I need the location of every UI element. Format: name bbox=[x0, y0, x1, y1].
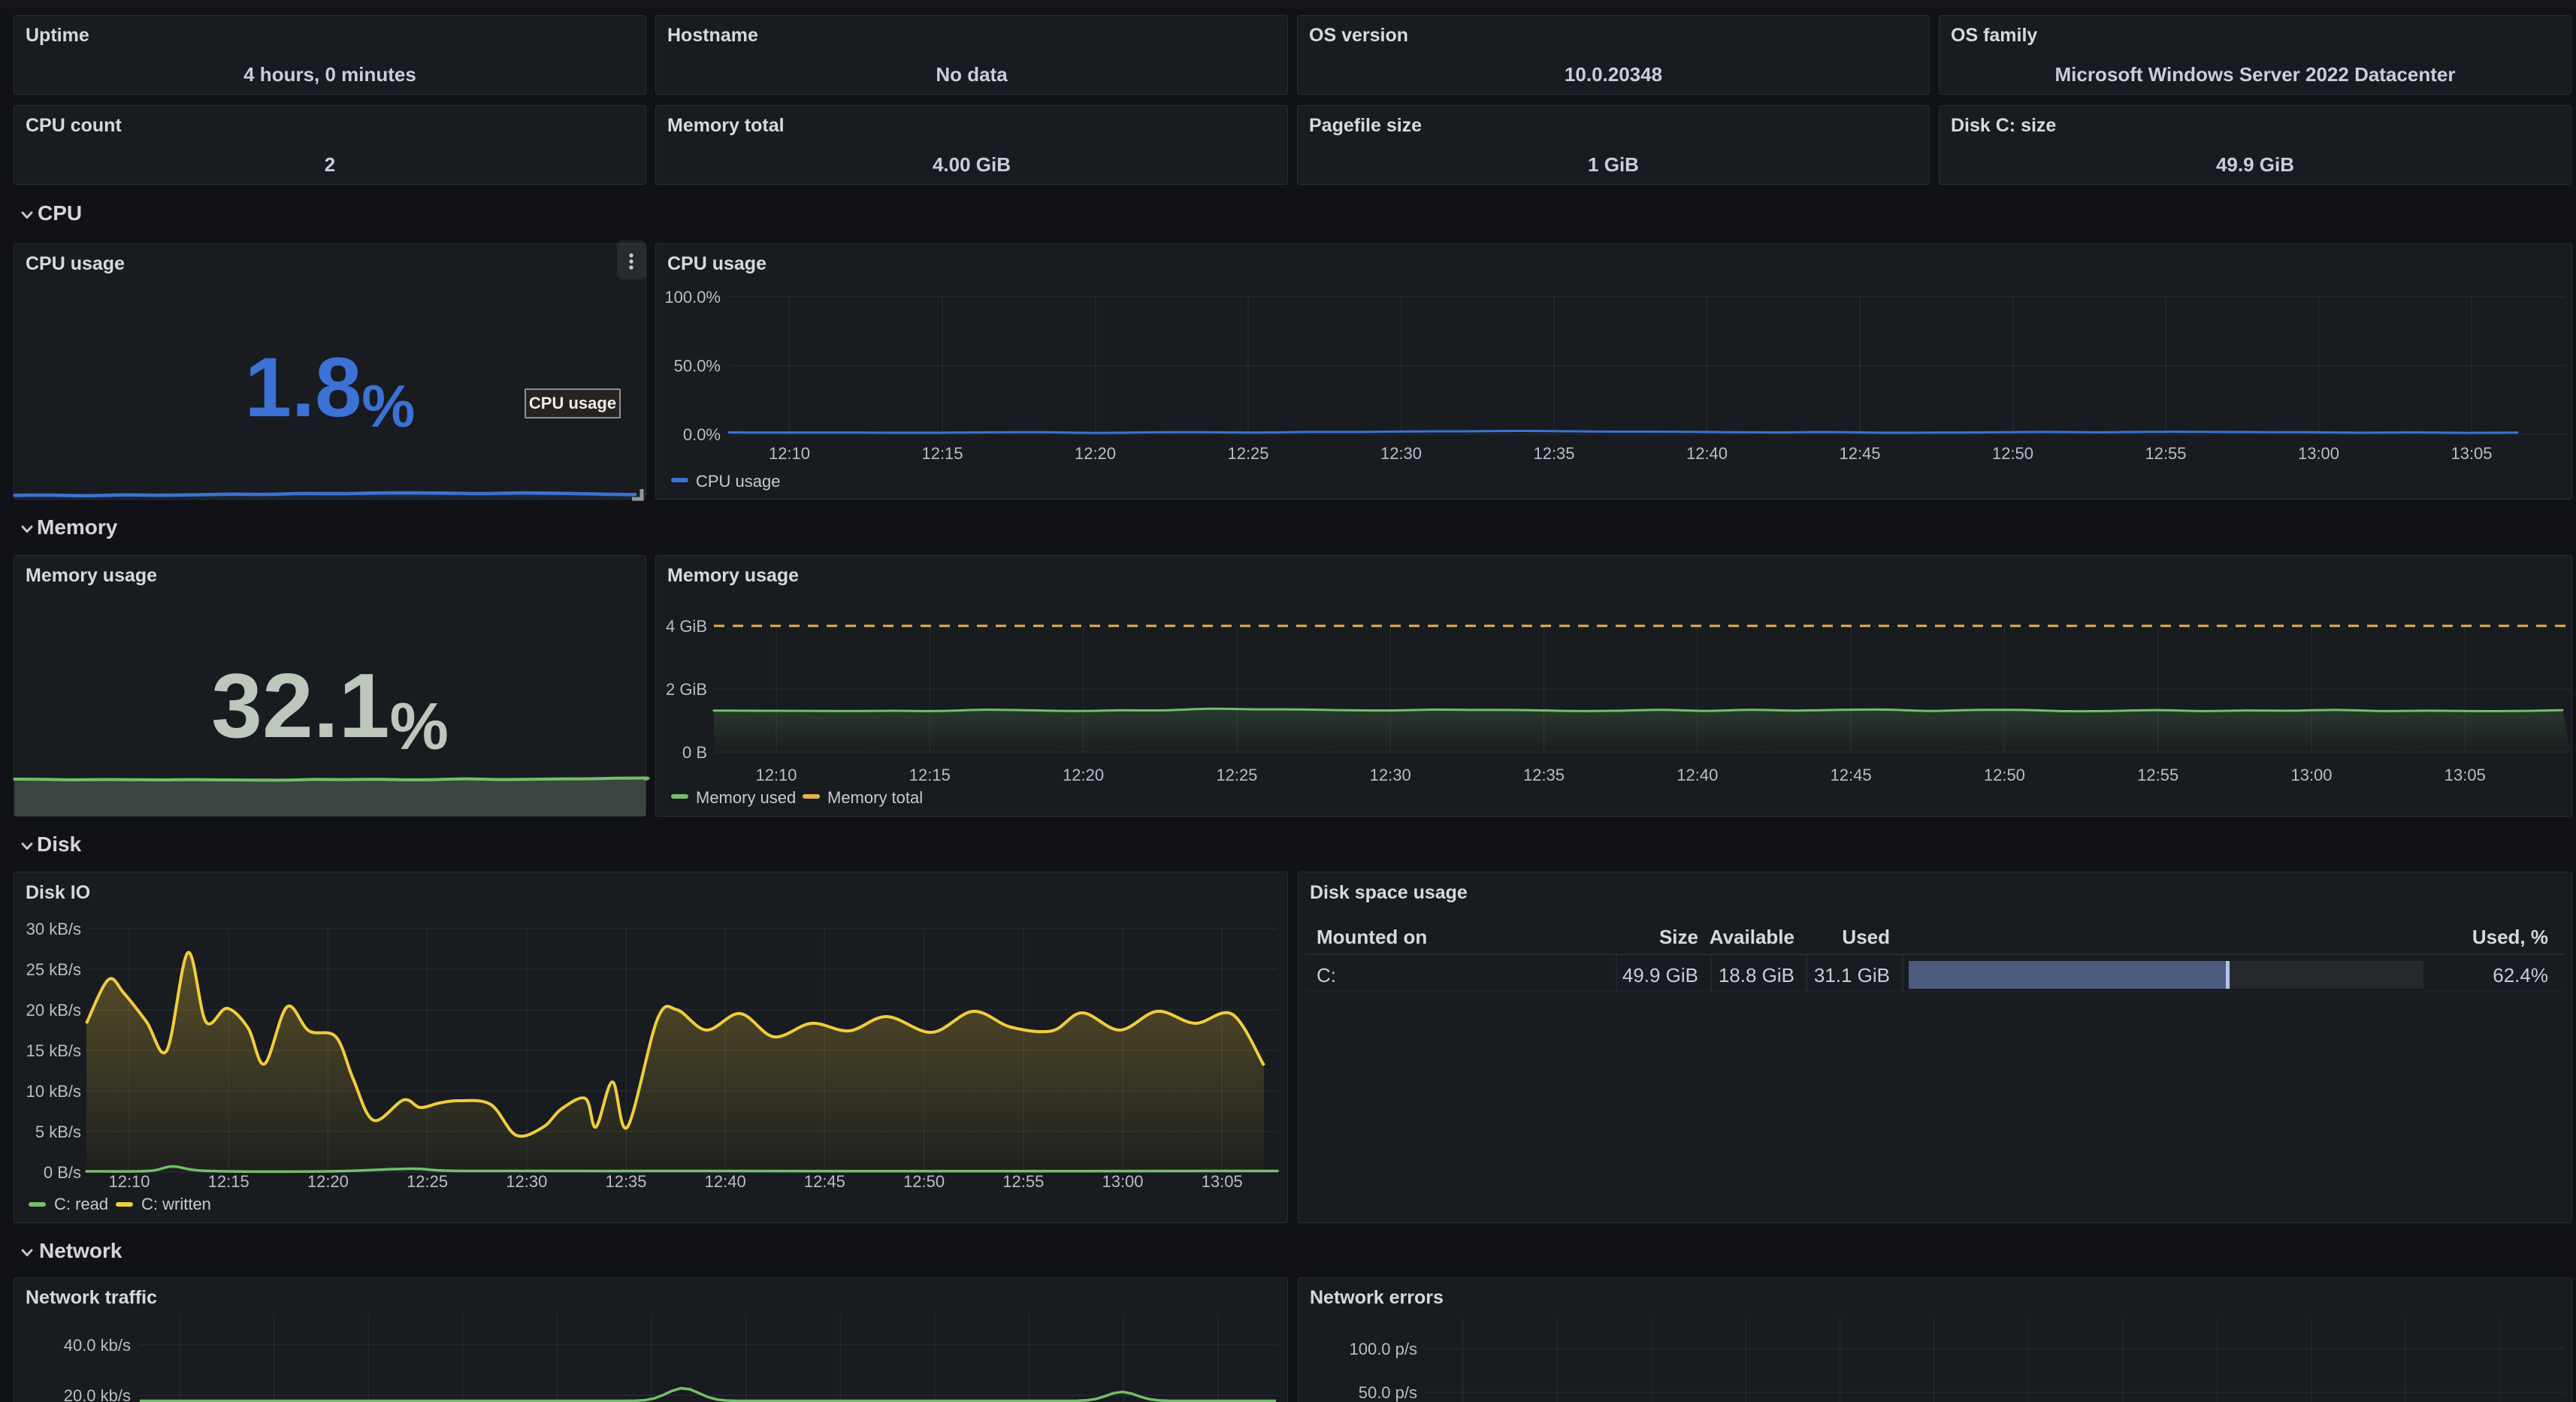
svg-text:31.1 GiB: 31.1 GiB bbox=[1814, 964, 1890, 987]
svg-text:12:20: 12:20 bbox=[1075, 444, 1116, 463]
svg-text:50.0 p/s: 50.0 p/s bbox=[1359, 1383, 1417, 1402]
svg-text:12:40: 12:40 bbox=[1686, 444, 1728, 463]
svg-text:12:45: 12:45 bbox=[1839, 444, 1880, 463]
svg-text:25 kB/s: 25 kB/s bbox=[26, 960, 81, 979]
svg-text:C: written: C: written bbox=[141, 1195, 211, 1213]
svg-text:12:20: 12:20 bbox=[1063, 766, 1104, 784]
svg-text:0 B/s: 0 B/s bbox=[44, 1163, 81, 1182]
svg-text:12:55: 12:55 bbox=[2145, 444, 2186, 463]
svg-text:12:50: 12:50 bbox=[1984, 766, 2025, 784]
svg-text:12:50: 12:50 bbox=[1992, 444, 2033, 463]
svg-text:Used: Used bbox=[1842, 926, 1890, 948]
svg-text:Memory total: Memory total bbox=[827, 788, 923, 807]
svg-text:0 B: 0 B bbox=[682, 743, 707, 762]
svg-text:20.0 kb/s: 20.0 kb/s bbox=[64, 1386, 131, 1402]
svg-text:100.0%: 100.0% bbox=[664, 288, 721, 307]
svg-text:30 kB/s: 30 kB/s bbox=[26, 920, 81, 938]
svg-text:12:40: 12:40 bbox=[705, 1172, 746, 1191]
svg-text:12:45: 12:45 bbox=[804, 1172, 845, 1191]
svg-text:100.0 p/s: 100.0 p/s bbox=[1349, 1340, 1417, 1358]
svg-text:C: read: C: read bbox=[54, 1195, 108, 1213]
svg-text:62.4%: 62.4% bbox=[2493, 964, 2548, 987]
svg-text:12:25: 12:25 bbox=[1216, 766, 1257, 784]
svg-text:10 kB/s: 10 kB/s bbox=[26, 1082, 81, 1101]
svg-text:12:45: 12:45 bbox=[1831, 766, 1872, 784]
svg-text:Size: Size bbox=[1659, 926, 1698, 948]
svg-text:13:00: 13:00 bbox=[2298, 444, 2339, 463]
svg-text:4 GiB: 4 GiB bbox=[666, 617, 707, 636]
svg-text:5 kB/s: 5 kB/s bbox=[35, 1123, 81, 1141]
svg-text:12:20: 12:20 bbox=[307, 1172, 349, 1191]
svg-text:12:15: 12:15 bbox=[909, 766, 951, 784]
svg-text:13:05: 13:05 bbox=[1202, 1172, 1243, 1191]
svg-text:13:05: 13:05 bbox=[2444, 766, 2486, 784]
svg-text:49.9 GiB: 49.9 GiB bbox=[1622, 964, 1698, 987]
svg-text:12:30: 12:30 bbox=[506, 1172, 547, 1191]
svg-text:18.8 GiB: 18.8 GiB bbox=[1719, 964, 1794, 987]
svg-text:50.0%: 50.0% bbox=[674, 357, 721, 376]
svg-text:12:15: 12:15 bbox=[208, 1172, 249, 1191]
svg-text:CPU usage: CPU usage bbox=[696, 472, 781, 491]
svg-text:Used, %: Used, % bbox=[2472, 926, 2548, 948]
svg-text:2 GiB: 2 GiB bbox=[666, 680, 707, 699]
svg-text:0.0%: 0.0% bbox=[683, 425, 721, 444]
svg-text:12:35: 12:35 bbox=[1523, 766, 1565, 784]
svg-text:12:35: 12:35 bbox=[605, 1172, 646, 1191]
svg-text:20 kB/s: 20 kB/s bbox=[26, 1001, 81, 1020]
svg-text:12:50: 12:50 bbox=[903, 1172, 945, 1191]
svg-text:12:10: 12:10 bbox=[108, 1172, 150, 1191]
svg-text:Available: Available bbox=[1710, 926, 1794, 948]
svg-text:13:05: 13:05 bbox=[2451, 444, 2492, 463]
svg-text:13:00: 13:00 bbox=[2290, 766, 2332, 784]
svg-text:12:55: 12:55 bbox=[2137, 766, 2178, 784]
svg-text:12:30: 12:30 bbox=[1380, 444, 1422, 463]
svg-text:12:10: 12:10 bbox=[755, 766, 797, 784]
svg-text:12:15: 12:15 bbox=[921, 444, 963, 463]
svg-text:12:40: 12:40 bbox=[1677, 766, 1718, 784]
svg-text:12:35: 12:35 bbox=[1533, 444, 1574, 463]
svg-text:C:: C: bbox=[1317, 964, 1336, 987]
svg-text:12:55: 12:55 bbox=[1002, 1172, 1044, 1191]
svg-text:12:30: 12:30 bbox=[1370, 766, 1411, 784]
svg-text:Mounted on: Mounted on bbox=[1317, 926, 1427, 948]
svg-text:13:00: 13:00 bbox=[1102, 1172, 1143, 1191]
svg-text:12:10: 12:10 bbox=[769, 444, 810, 463]
svg-text:12:25: 12:25 bbox=[407, 1172, 448, 1191]
svg-text:Memory used: Memory used bbox=[696, 788, 796, 807]
svg-text:40.0 kb/s: 40.0 kb/s bbox=[64, 1336, 131, 1355]
svg-text:12:25: 12:25 bbox=[1227, 444, 1268, 463]
svg-text:15 kB/s: 15 kB/s bbox=[26, 1041, 81, 1060]
